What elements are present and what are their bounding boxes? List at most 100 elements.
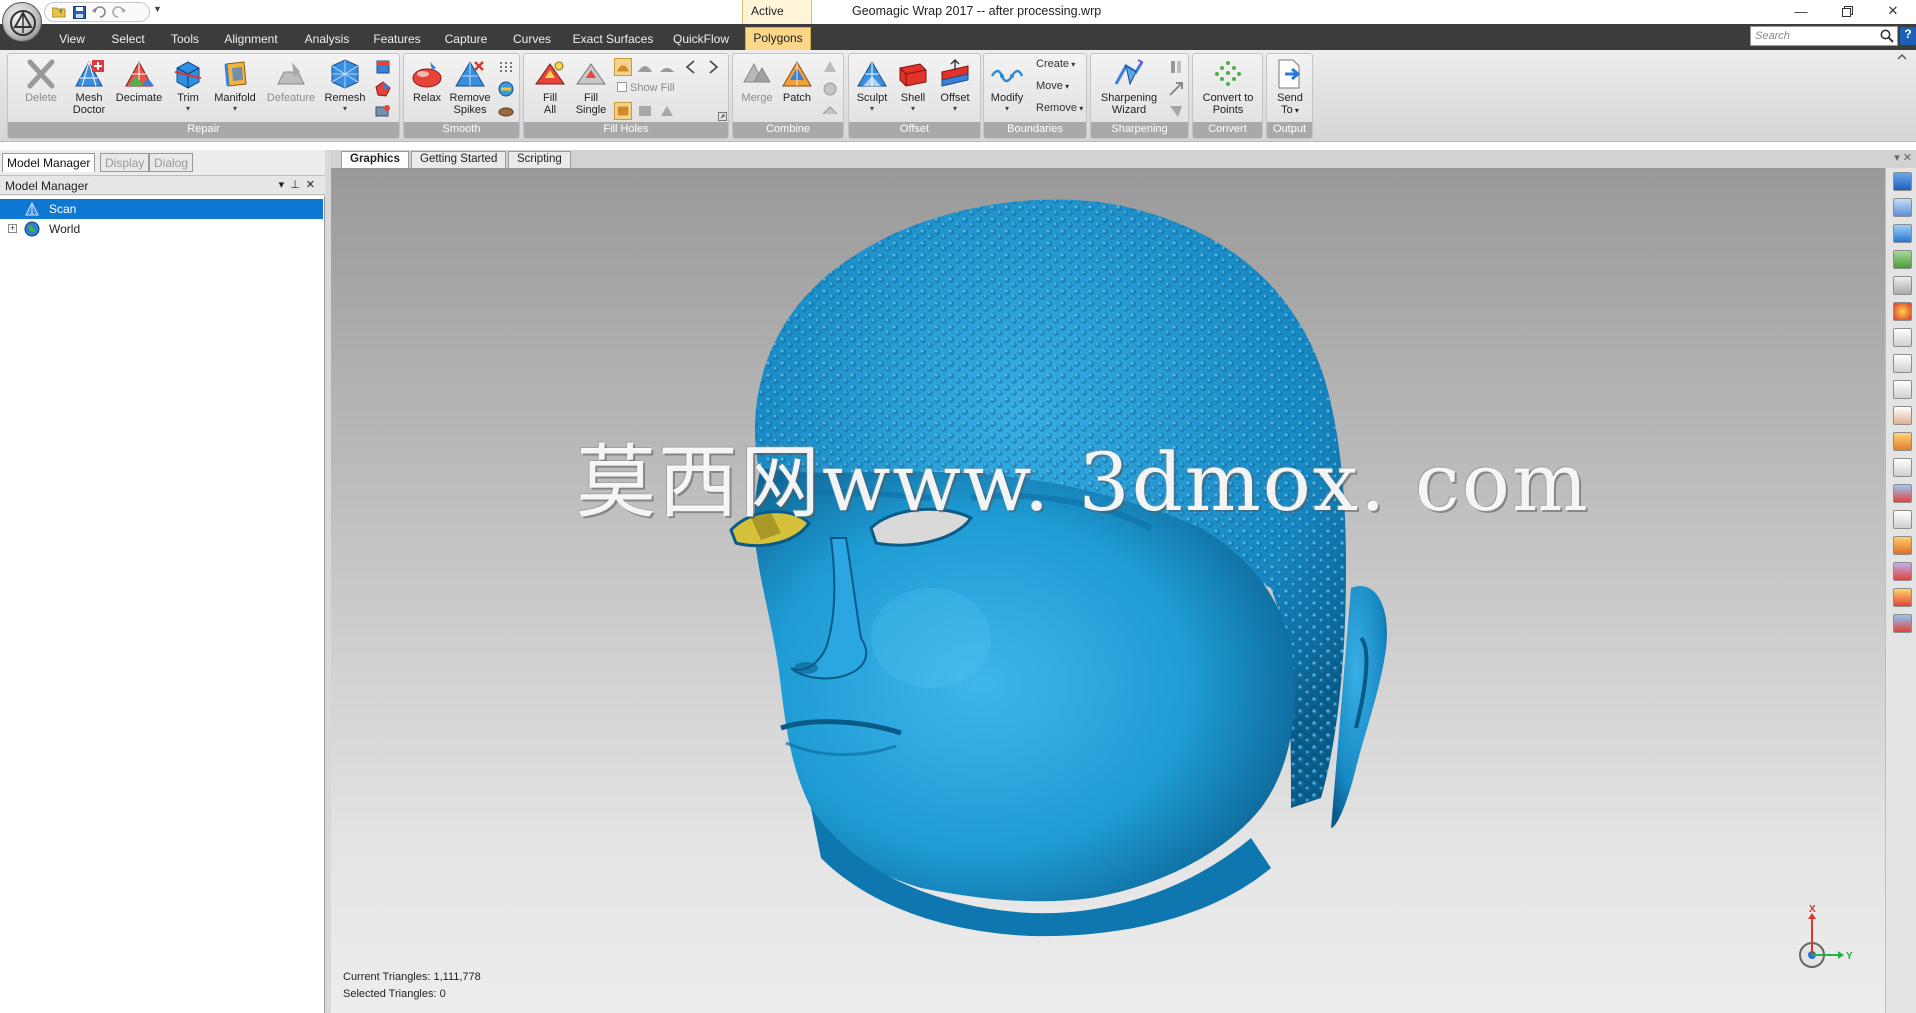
shell-button[interactable]: Shell ▾ xyxy=(893,58,933,115)
smooth-extra-2-icon[interactable] xyxy=(497,80,515,98)
fill-curvature-icon[interactable] xyxy=(614,58,632,76)
mesh-doctor-button[interactable]: Mesh Doctor xyxy=(68,58,110,116)
graphics-viewport[interactable]: 莫西网www. 3dmox. com Current Triangles: 1,… xyxy=(331,168,1885,1013)
tab-model-manager[interactable]: Model Manager xyxy=(2,153,96,172)
select-none-icon[interactable] xyxy=(1893,562,1912,581)
application-menu-button[interactable] xyxy=(2,2,42,42)
tab-features[interactable]: Features xyxy=(371,29,423,50)
close-button[interactable]: ✕ xyxy=(1872,0,1914,22)
save-icon[interactable] xyxy=(71,4,87,20)
redo-icon[interactable] xyxy=(111,4,127,20)
remesh-button[interactable]: Remesh ▾ xyxy=(320,58,370,115)
delete-button[interactable]: Delete xyxy=(14,58,68,104)
remove-boundary-button[interactable]: Remove ▾ xyxy=(1036,102,1083,114)
select-all-icon[interactable] xyxy=(1893,536,1912,555)
move-boundary-button[interactable]: Move ▾ xyxy=(1036,80,1069,92)
send-to-button[interactable]: Send To ▾ xyxy=(1270,58,1310,117)
tab-view[interactable]: View xyxy=(55,29,89,50)
remove-spikes-button[interactable]: Remove Spikes xyxy=(447,58,493,116)
offset-button[interactable]: Offset ▾ xyxy=(933,58,977,115)
minimize-ribbon-icon[interactable] xyxy=(1897,53,1907,61)
previous-hole-icon[interactable] xyxy=(682,58,700,76)
head-scan-mesh[interactable] xyxy=(331,168,1885,1013)
combine-extra-2-icon[interactable] xyxy=(821,80,839,98)
pin-icon[interactable]: ⊥ xyxy=(290,179,306,191)
tab-display[interactable]: Display xyxy=(100,153,150,172)
tab-exact-surfaces[interactable]: Exact Surfaces xyxy=(572,29,654,50)
fill-flat-icon[interactable] xyxy=(658,58,676,76)
tab-select[interactable]: Select xyxy=(108,29,148,50)
color-icon[interactable] xyxy=(1893,302,1912,321)
patch-button[interactable]: Patch xyxy=(777,58,817,104)
panel-close-icon[interactable]: ✕ xyxy=(306,179,321,191)
defeature-button[interactable]: Defeature xyxy=(262,58,320,104)
show-fill-checkbox[interactable]: Show Fill xyxy=(617,82,675,94)
repair-extra-1-icon[interactable] xyxy=(374,58,392,76)
expand-icon[interactable]: + xyxy=(8,224,17,233)
tab-curves[interactable]: Curves xyxy=(510,29,554,50)
smooth-extra-1-icon[interactable] xyxy=(497,58,515,76)
grow-selection-icon[interactable] xyxy=(1893,614,1912,633)
search-input[interactable]: Search xyxy=(1750,26,1898,46)
customize-qat-dropdown-icon[interactable]: ▼ xyxy=(153,4,162,14)
decimate-button[interactable]: Decimate xyxy=(110,58,168,104)
select-visible-icon[interactable] xyxy=(1893,484,1912,503)
manifold-button[interactable]: Manifold ▾ xyxy=(208,58,262,115)
tab-graphics[interactable]: Graphics xyxy=(341,151,409,168)
fill-all-button[interactable]: Fill All xyxy=(530,58,570,116)
repair-extra-2-icon[interactable] xyxy=(374,80,392,98)
view-fit-icon[interactable] xyxy=(1893,172,1912,191)
sculpt-button[interactable]: Sculpt ▾ xyxy=(851,58,893,115)
minimize-button[interactable]: — xyxy=(1780,0,1822,22)
sharpening-extra-1-icon[interactable] xyxy=(1167,58,1185,76)
fill-partial-icon[interactable] xyxy=(636,102,654,120)
fill-single-button[interactable]: Fill Single xyxy=(570,58,612,116)
smooth-extra-3-icon[interactable] xyxy=(497,102,515,120)
search-icon[interactable] xyxy=(1880,29,1894,43)
tab-scripting[interactable]: Scripting xyxy=(508,151,571,168)
rectangle-select-icon[interactable] xyxy=(1893,328,1912,347)
sharpening-extra-3-icon[interactable] xyxy=(1167,102,1185,120)
tree-item-world[interactable]: + World xyxy=(0,219,323,239)
fill-complete-icon[interactable] xyxy=(614,102,632,120)
sharpening-wizard-button[interactable]: Sharpening Wizard xyxy=(1094,58,1164,116)
paint-brush-icon[interactable] xyxy=(1893,406,1912,425)
view-ortho-icon[interactable] xyxy=(1893,224,1912,243)
repair-extra-3-icon[interactable] xyxy=(374,102,392,120)
tab-alignment[interactable]: Alignment xyxy=(222,29,280,50)
create-boundary-button[interactable]: Create ▾ xyxy=(1036,58,1075,70)
invert-selection-icon[interactable] xyxy=(1893,588,1912,607)
tree-item-scan[interactable]: Scan xyxy=(0,199,323,219)
zoom-icon[interactable] xyxy=(1893,276,1912,295)
restore-button[interactable] xyxy=(1826,0,1868,22)
merge-button[interactable]: Merge xyxy=(737,58,777,104)
select-through-icon[interactable] xyxy=(1893,458,1912,477)
modify-button[interactable]: Modify ▾ xyxy=(986,58,1028,115)
relax-button[interactable]: Relax xyxy=(407,58,447,104)
tab-tools[interactable]: Tools xyxy=(167,29,203,50)
undo-icon[interactable] xyxy=(91,4,107,20)
combine-extra-1-icon[interactable] xyxy=(821,58,839,76)
combine-extra-3-icon[interactable] xyxy=(821,102,839,120)
tab-capture[interactable]: Capture xyxy=(442,29,490,50)
panel-menu-icon[interactable]: ▾ xyxy=(279,179,291,191)
fill-bridge-icon[interactable] xyxy=(658,102,676,120)
view-select-icon[interactable] xyxy=(1893,250,1912,269)
convert-to-points-button[interactable]: Convert to Points xyxy=(1195,58,1261,116)
tab-getting-started[interactable]: Getting Started xyxy=(411,151,507,168)
tab-polygons[interactable]: Polygons xyxy=(745,27,811,50)
open-folder-icon[interactable] xyxy=(51,4,67,20)
line-select-icon[interactable] xyxy=(1893,380,1912,399)
sharpening-extra-2-icon[interactable] xyxy=(1167,80,1185,98)
view-rotate-icon[interactable] xyxy=(1893,198,1912,217)
trim-button[interactable]: Trim ▾ xyxy=(168,58,208,115)
lasso-select-icon[interactable] xyxy=(1893,354,1912,373)
fill-holes-dialog-launcher-icon[interactable] xyxy=(718,112,727,121)
next-hole-icon[interactable] xyxy=(704,58,722,76)
help-button[interactable]: ? xyxy=(1900,27,1916,45)
tab-analysis[interactable]: Analysis xyxy=(300,29,354,50)
pointer-icon[interactable] xyxy=(1893,510,1912,529)
fill-tangent-icon[interactable] xyxy=(636,58,654,76)
tab-quickflow[interactable]: QuickFlow xyxy=(672,29,730,50)
document-close-icon[interactable]: ▾ ✕ xyxy=(1894,151,1912,164)
